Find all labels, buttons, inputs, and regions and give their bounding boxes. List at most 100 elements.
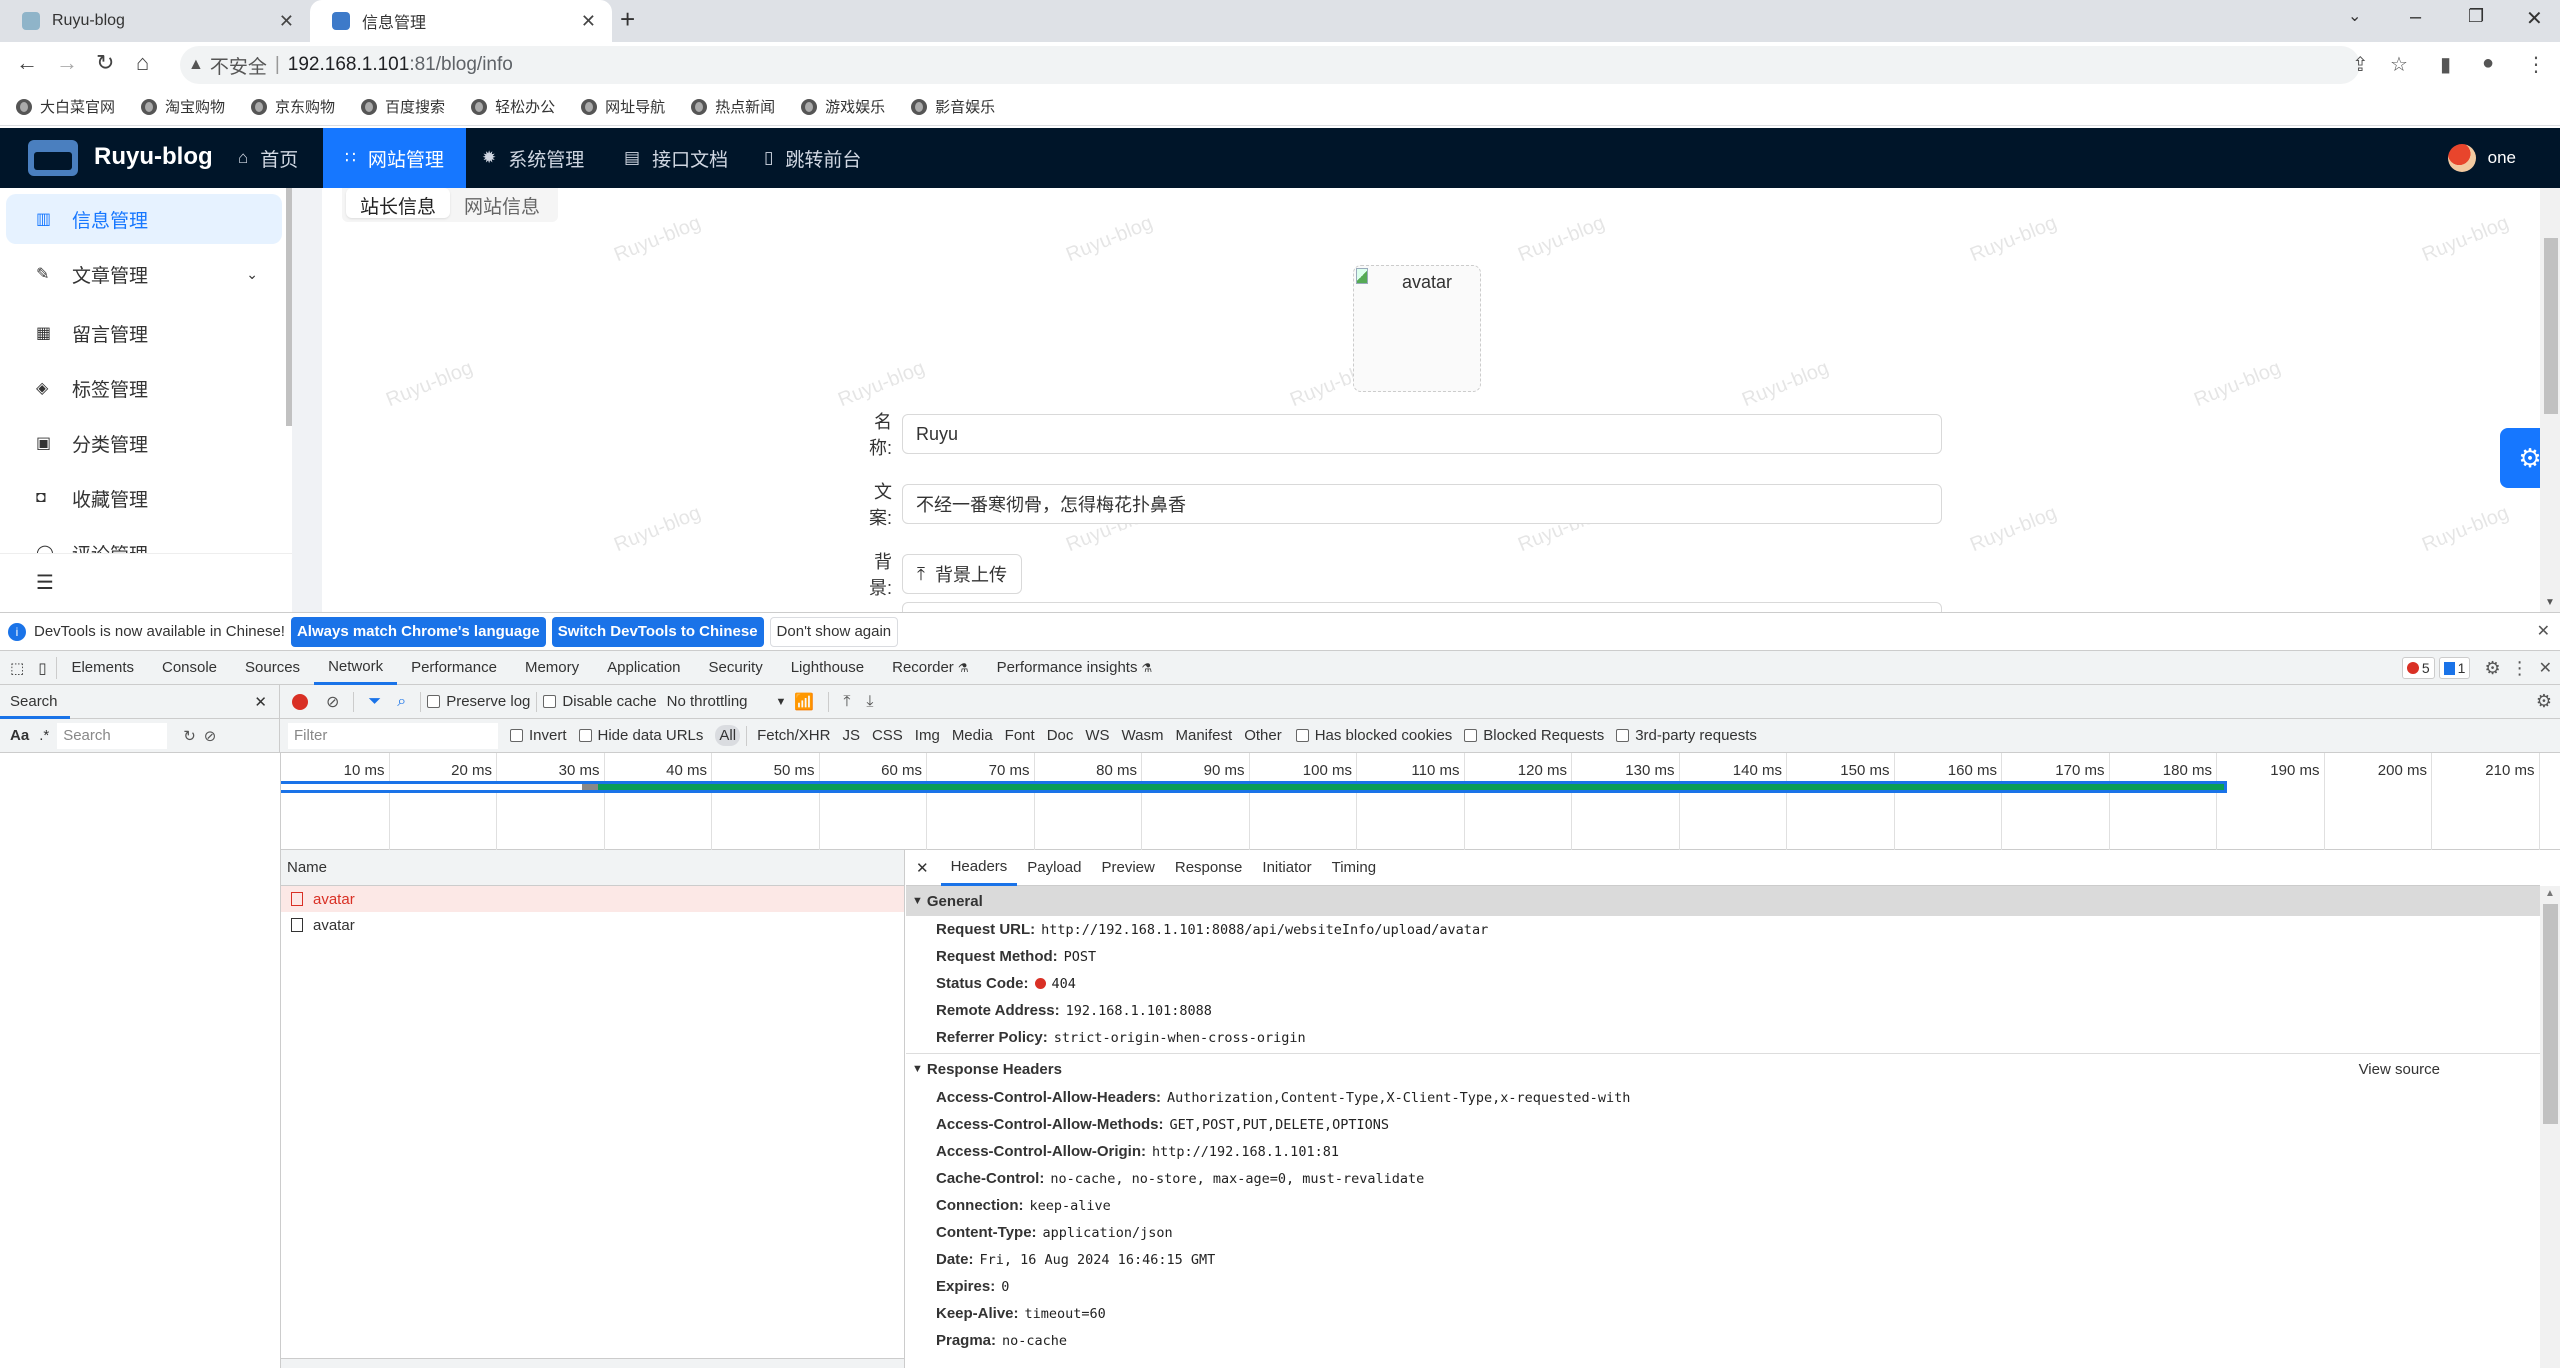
browser-tab-info-manage[interactable]: 信息管理 ✕ — [310, 0, 612, 42]
menu-icon[interactable]: ⋮ — [2526, 52, 2546, 77]
import-har-icon[interactable]: ⤒ — [843, 693, 850, 711]
devtools-tab-sources[interactable]: Sources — [231, 651, 314, 685]
scrollbar-thumb[interactable] — [2544, 238, 2558, 414]
header-value[interactable]: Fri, 16 Aug 2024 16:46:15 GMT — [980, 1252, 1216, 1268]
header-value[interactable]: Authorization,Content-Type,X-Client-Type… — [1167, 1090, 1630, 1106]
bookmark-item[interactable]: 百度搜索 — [361, 96, 445, 117]
request-row[interactable]: avatar — [281, 886, 904, 912]
detail-tab-preview[interactable]: Preview — [1092, 850, 1165, 886]
filter-type-other[interactable]: Other — [1240, 725, 1286, 746]
sidebar-item-favorites[interactable]: ◘ 收藏管理 — [6, 473, 282, 523]
checkbox[interactable] — [1464, 729, 1478, 742]
devtools-tab-elements[interactable]: Elements — [57, 651, 148, 685]
bookmark-item[interactable]: 网址导航 — [581, 96, 665, 117]
close-search-icon[interactable]: ✕ — [254, 693, 267, 711]
nav-site-manage[interactable]: ∷ 网站管理 — [323, 128, 466, 188]
forward-icon[interactable]: → — [56, 50, 78, 76]
filter-type-css[interactable]: CSS — [868, 725, 907, 746]
header-value[interactable]: no-cache — [1002, 1333, 1067, 1349]
nav-goto-frontend[interactable]: ▯ 跳转前台 — [742, 128, 883, 188]
filter-type-img[interactable]: Img — [911, 725, 944, 746]
devtools-menu-icon[interactable]: ⋮ — [2511, 658, 2529, 679]
third-party-checkbox[interactable]: 3rd-party requests — [1616, 727, 1757, 744]
bookmark-item[interactable]: 影音娱乐 — [911, 96, 995, 117]
bookmark-item[interactable]: 热点新闻 — [691, 96, 775, 117]
background-upload-button[interactable]: ⤒ 背景上传 — [902, 554, 1022, 594]
general-section-header[interactable]: ▼ General — [906, 886, 2540, 916]
checkbox[interactable] — [578, 729, 592, 742]
inspect-element-icon[interactable]: ⬚ — [10, 659, 24, 677]
avatar-upload[interactable]: avatar — [1353, 265, 1481, 392]
preserve-log-checkbox[interactable]: Preserve log — [427, 693, 530, 710]
network-conditions-icon[interactable]: 📶 — [794, 692, 814, 712]
throttling-select[interactable]: No throttling ▼ — [667, 693, 787, 710]
devtools-tab-application[interactable]: Application — [593, 651, 694, 685]
filter-type-fetch-xhr[interactable]: Fetch/XHR — [753, 725, 834, 746]
sidebar-item-articles[interactable]: ✎ 文章管理 ⌄ — [6, 249, 282, 299]
bookmark-item[interactable]: 游戏娱乐 — [801, 96, 885, 117]
disable-cache-checkbox[interactable]: Disable cache — [543, 693, 657, 710]
checkbox[interactable] — [427, 695, 441, 708]
clear-search-icon[interactable]: ⊘ — [204, 727, 217, 745]
checkbox[interactable] — [543, 695, 557, 708]
minimize-icon[interactable]: – — [2410, 6, 2421, 29]
invert-checkbox[interactable]: Invert — [510, 727, 567, 744]
filter-type-js[interactable]: JS — [838, 725, 864, 746]
sidebar-item-tags[interactable]: ◈ 标签管理 — [6, 363, 282, 413]
devtools-tab-performance-insights[interactable]: Performance insights ⚗ — [983, 651, 1167, 685]
header-value[interactable]: application/json — [1043, 1225, 1173, 1241]
dont-show-again-button[interactable]: Don't show again — [769, 616, 899, 647]
detail-tab-headers[interactable]: Headers — [940, 850, 1018, 886]
message-count-badge[interactable]: 1 — [2438, 657, 2471, 679]
filter-type-wasm[interactable]: Wasm — [1118, 725, 1168, 746]
header-value[interactable]: no-cache, no-store, max-age=0, must-reva… — [1050, 1171, 1424, 1187]
match-language-button[interactable]: Always match Chrome's language — [290, 616, 546, 647]
header-value[interactable]: http://192.168.1.101:81 — [1152, 1144, 1339, 1160]
view-source-link[interactable]: View source — [2359, 1061, 2440, 1078]
bookmark-star-icon[interactable]: ☆ — [2390, 52, 2408, 77]
filter-type-manifest[interactable]: Manifest — [1172, 725, 1237, 746]
header-value[interactable]: 404 — [1034, 976, 1076, 992]
devtools-tab-recorder[interactable]: Recorder ⚗ — [878, 651, 982, 685]
nav-api-docs[interactable]: ▤ 接口文档 — [602, 128, 750, 188]
filter-type-doc[interactable]: Doc — [1043, 725, 1078, 746]
devtools-tab-memory[interactable]: Memory — [511, 651, 593, 685]
detail-tab-timing[interactable]: Timing — [1322, 850, 1386, 886]
sidebar-item-messages[interactable]: ▦ 留言管理 — [6, 308, 282, 358]
header-value[interactable]: strict-origin-when-cross-origin — [1054, 1030, 1306, 1046]
segment-owner-info[interactable]: 站长信息 — [346, 188, 451, 218]
has-blocked-cookies-checkbox[interactable]: Has blocked cookies — [1295, 727, 1452, 744]
device-toolbar-icon[interactable]: ▯ — [38, 659, 46, 677]
header-value[interactable]: timeout=60 — [1025, 1306, 1106, 1322]
filter-input[interactable]: Filter — [288, 722, 498, 749]
scrollbar-thumb[interactable] — [2543, 904, 2558, 1124]
devtools-close-icon[interactable]: ✕ — [2539, 658, 2552, 678]
response-headers-section-header[interactable]: ▼ Response Headers View source — [906, 1054, 2540, 1084]
profile-icon[interactable]: ● — [2482, 52, 2494, 75]
checkbox[interactable] — [510, 729, 523, 742]
close-infobar-icon[interactable]: ✕ — [2537, 621, 2550, 641]
restore-icon[interactable]: ❐ — [2468, 6, 2484, 27]
reload-icon[interactable]: ↻ — [96, 50, 114, 76]
devtools-settings-icon[interactable]: ⚙ — [2484, 658, 2500, 679]
side-panel-icon[interactable]: ▮ — [2440, 52, 2451, 77]
devtools-tab-lighthouse[interactable]: Lighthouse — [777, 651, 878, 685]
home-icon[interactable]: ⌂ — [136, 50, 149, 76]
back-icon[interactable]: ← — [16, 50, 38, 76]
checkbox[interactable] — [1616, 729, 1630, 742]
filter-type-font[interactable]: Font — [1001, 725, 1039, 746]
column-name[interactable]: Name — [287, 859, 327, 876]
scroll-up-icon[interactable]: ▲ — [2545, 888, 2555, 899]
bookmark-item[interactable]: 淘宝购物 — [141, 96, 225, 117]
new-tab-button[interactable]: + — [620, 4, 635, 35]
share-icon[interactable]: ⇪ — [2352, 52, 2369, 77]
hide-data-urls-checkbox[interactable]: Hide data URLs — [578, 727, 703, 744]
refresh-search-icon[interactable]: ↻ — [183, 727, 196, 745]
record-icon[interactable] — [292, 693, 308, 710]
bookmark-item[interactable]: 京东购物 — [251, 96, 335, 117]
header-value[interactable]: 0 — [1001, 1279, 1009, 1295]
request-row[interactable]: avatar — [281, 912, 904, 938]
address-bar[interactable]: ▲ 不安全 | 192.168.1.101:81/blog/info — [180, 46, 2360, 84]
clear-icon[interactable]: ⊘ — [326, 692, 339, 712]
sidebar-item-categories[interactable]: ▣ 分类管理 — [6, 418, 282, 468]
